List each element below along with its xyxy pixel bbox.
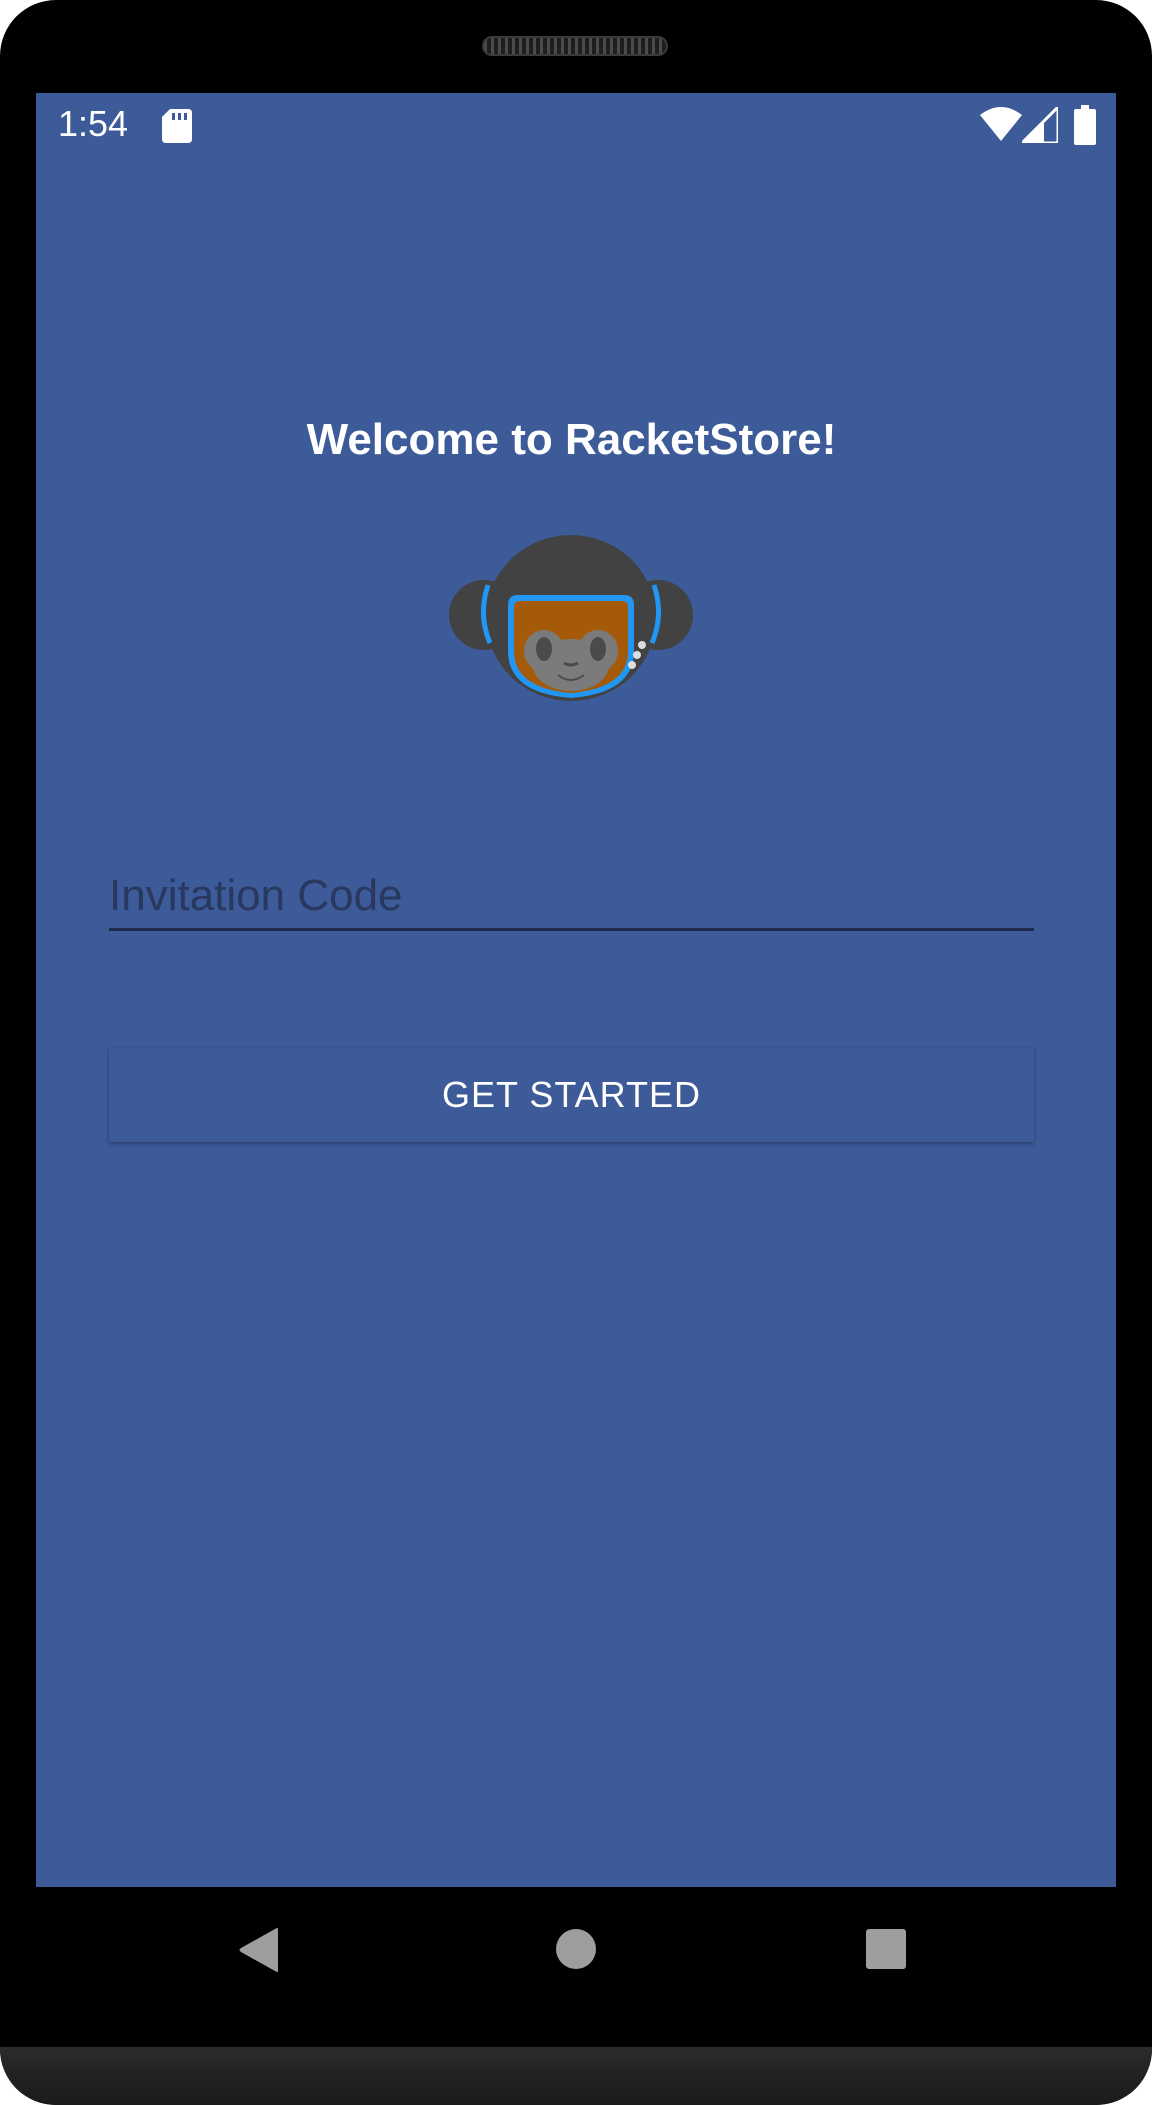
recents-icon[interactable] xyxy=(866,1929,906,1969)
get-started-button[interactable]: GET STARTED xyxy=(109,1048,1034,1142)
cell-signal-icon xyxy=(1022,107,1058,143)
invitation-code-field[interactable] xyxy=(109,853,1034,931)
speaker-grille xyxy=(482,36,668,56)
sd-card-icon xyxy=(162,109,192,143)
battery-icon xyxy=(1074,105,1096,145)
back-icon[interactable] xyxy=(238,1927,280,1973)
status-bar: 1:54 xyxy=(36,93,1116,159)
device-frame: 1:54 Welcome to RacketStore! Invitation … xyxy=(0,0,1152,2105)
wifi-icon xyxy=(980,107,1022,141)
welcome-title: Welcome to RacketStore! xyxy=(306,415,837,464)
device-chin xyxy=(0,2047,1152,2105)
home-icon[interactable] xyxy=(555,1928,597,1970)
invitation-code-input[interactable] xyxy=(109,853,1034,928)
app-screen: 1:54 Welcome to RacketStore! Invitation … xyxy=(36,93,1116,1887)
status-time: 1:54 xyxy=(58,103,129,144)
monkey-astronaut-logo xyxy=(449,535,693,701)
navigation-bar xyxy=(0,1887,1152,2047)
